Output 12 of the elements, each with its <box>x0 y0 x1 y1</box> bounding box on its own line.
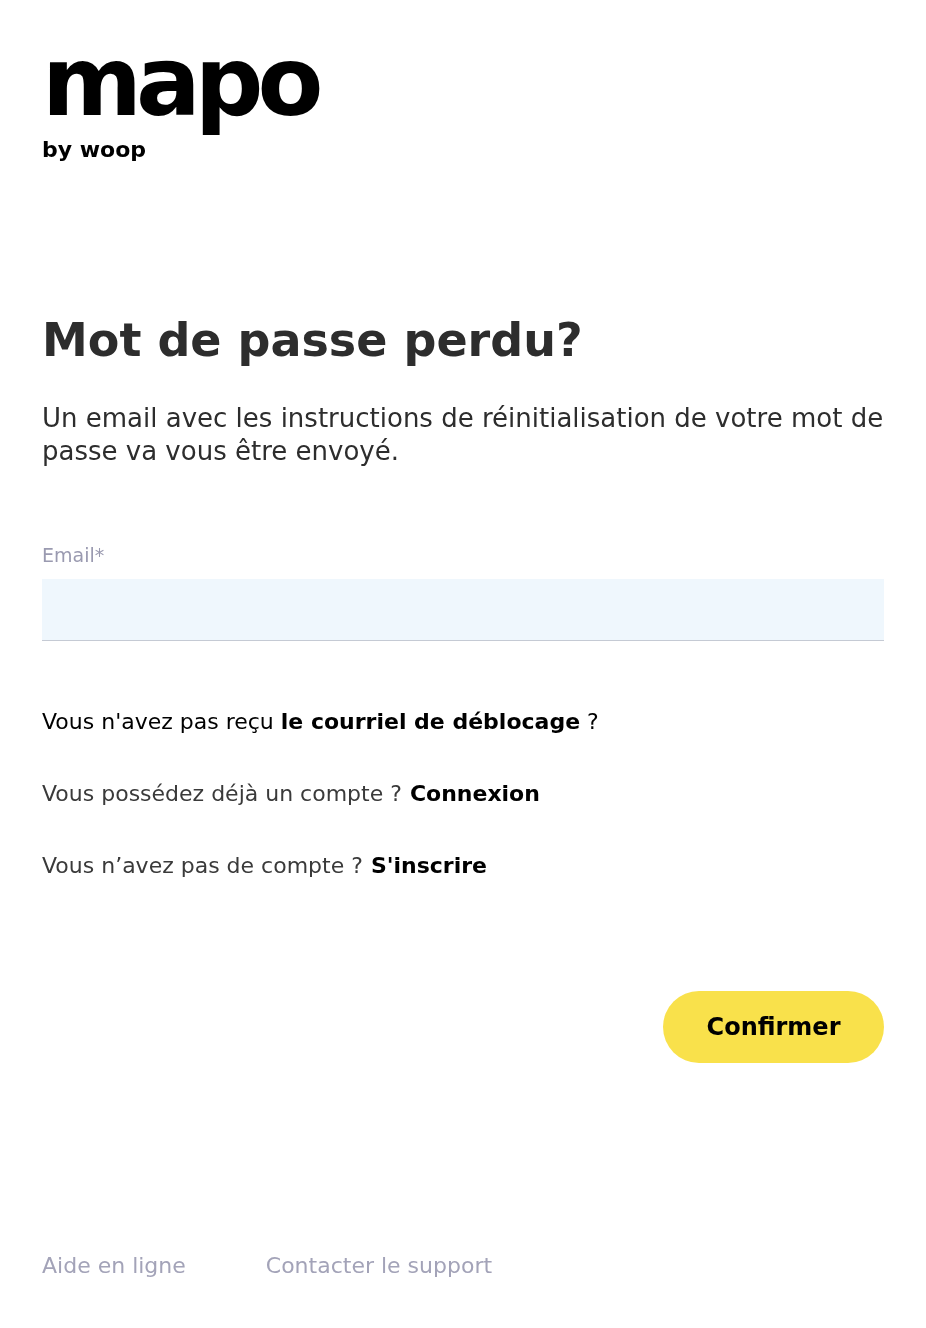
confirm-button[interactable]: Confirmer <box>663 991 884 1063</box>
email-label: Email* <box>42 543 106 567</box>
logo-wordmark: mapo <box>42 26 318 138</box>
account-prompt: Vous n’avez pas de compte ? <box>42 852 363 880</box>
description-text: Un email avec les instructions de réinitialisation de votre mot de passe va vous être envoyé. <box>42 402 884 468</box>
logo-byline: by woop <box>42 138 147 162</box>
account-link[interactable]: S'inscrire <box>370 851 487 881</box>
page-title: Mot de passe perdu? <box>42 312 584 368</box>
account-prompt: Vous possédez déjà un compte ? <box>42 780 402 808</box>
account-link[interactable]: Connexion <box>409 779 540 809</box>
email-field[interactable] <box>42 579 884 641</box>
unlock-email-link[interactable]: Vous n'avez pas reçu le courriel de déblocage ? <box>42 707 599 737</box>
